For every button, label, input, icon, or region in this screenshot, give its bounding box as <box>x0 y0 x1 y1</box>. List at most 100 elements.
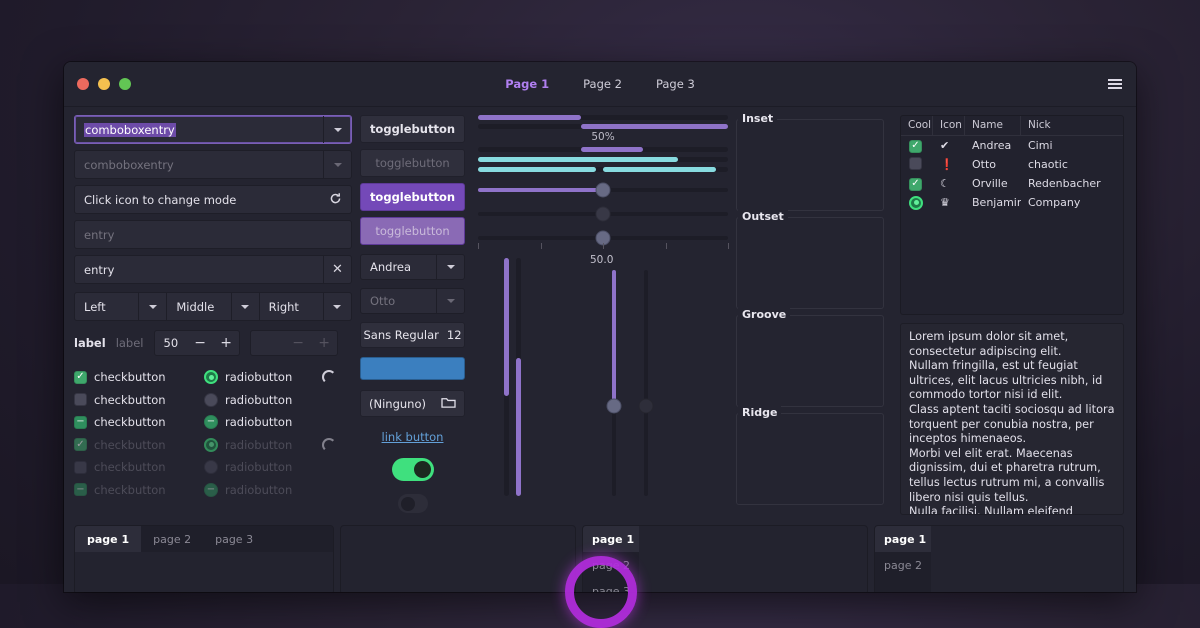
notebook-tab-page-1[interactable]: page 1 <box>583 526 639 552</box>
entry-with-clear[interactable]: entry ✕ <box>74 255 352 284</box>
switch-on[interactable] <box>391 458 434 481</box>
cell-cool: ✓ <box>901 176 933 191</box>
radiobutton-label: radiobutton <box>225 392 293 407</box>
frame-groove-title: Groove <box>738 308 791 321</box>
spinbutton-value: 50 <box>163 336 179 350</box>
chevron-down-icon[interactable] <box>436 255 464 279</box>
notebook-top-tabs: page 1 page 2 page 3 <box>74 525 334 592</box>
radio-icon <box>204 370 218 385</box>
cell-nick: chaotic <box>1028 158 1068 171</box>
spinbutton-minus-button[interactable]: − <box>187 335 213 351</box>
togglebutton-3-active[interactable]: togglebutton <box>360 183 465 211</box>
chevron-down-icon[interactable] <box>323 116 351 143</box>
checkbutton-1[interactable]: ✓ checkbutton <box>74 366 204 388</box>
frame-outset-title: Outset <box>738 210 788 223</box>
frame-inset: Inset <box>736 112 884 211</box>
comboboxentry-focused[interactable]: comboboxentry <box>74 115 352 144</box>
combo-middle-label: Middle <box>176 299 215 314</box>
check-radio-row: ✓ checkbutton radiobutton <box>74 434 352 457</box>
notebook-tab-page-2[interactable]: page 2 <box>875 552 931 578</box>
link-button[interactable]: link button <box>382 430 444 444</box>
column-header-name[interactable]: Name <box>965 116 1021 135</box>
check-radio-row: − checkbutton − radiobutton <box>74 411 352 434</box>
progressbar-4-teal <box>478 157 728 162</box>
column-header-cool[interactable]: Cool <box>901 116 933 135</box>
table-row[interactable]: ✓ ☾ Orville Redenbacher <box>901 174 1123 193</box>
row-checkbox-icon[interactable] <box>909 156 922 170</box>
notebook-top-tablist: page 1 page 2 page 3 <box>75 526 333 552</box>
column-header-nick[interactable]: Nick <box>1021 116 1123 135</box>
table-row[interactable]: ✓ ✔ Andrea Cimi <box>901 136 1123 155</box>
refresh-icon[interactable] <box>329 192 342 208</box>
cell-nick: Company <box>1028 196 1081 209</box>
row-checkbox-icon[interactable]: ✓ <box>909 177 922 191</box>
scale-marks <box>478 243 729 252</box>
scale-with-marks[interactable] <box>478 230 728 246</box>
radiobutton-label: radiobutton <box>225 437 293 452</box>
notebook-tab-page-1[interactable]: page 1 <box>875 526 931 552</box>
header-tab-page-2[interactable]: Page 2 <box>579 75 626 93</box>
spinbutton[interactable]: 50 − + <box>153 330 241 356</box>
checkbox-icon: ✓ <box>74 438 87 452</box>
checkbutton-label: checkbutton <box>94 392 166 407</box>
combo-andrea[interactable]: Andrea <box>360 254 465 280</box>
scale-value-label: 50.0 <box>590 254 614 266</box>
column-header-icon[interactable]: Icon <box>933 116 965 135</box>
vertical-sliders: 50.0 <box>478 254 728 498</box>
chevron-down-icon[interactable] <box>230 293 259 320</box>
chevron-down-icon[interactable] <box>138 293 166 320</box>
clear-icon[interactable]: ✕ <box>323 256 351 283</box>
entry-icon-mode[interactable]: Click icon to change mode <box>74 185 352 214</box>
header-bar: Page 1 Page 2 Page 3 <box>64 62 1136 107</box>
header-tab-page-3[interactable]: Page 3 <box>652 75 699 93</box>
notebook-tab-page-2[interactable]: page 2 <box>141 526 203 552</box>
checkbutton-5: checkbutton <box>74 456 204 478</box>
row-checkbox-icon[interactable]: ✓ <box>909 139 922 153</box>
file-chooser-button[interactable]: (Ninguno) <box>360 390 465 417</box>
vscale-a[interactable] <box>606 270 622 496</box>
font-button-family: Sans Regular <box>363 328 439 342</box>
table-row[interactable]: ♛ Benjamin Company <box>901 193 1123 212</box>
notebook-tab-page-3[interactable]: page 3 <box>203 526 265 552</box>
radiobutton-2[interactable]: radiobutton <box>204 389 322 411</box>
textview-paragraph: Nullam fringilla, est ut feugiat ultrice… <box>909 359 1103 402</box>
checkbutton-label: checkbutton <box>94 460 166 475</box>
checkbutton-2[interactable]: checkbutton <box>74 389 204 411</box>
row-radio-icon[interactable] <box>909 195 923 210</box>
treeview[interactable]: Cool Icon Name Nick ✓ ✔ Andrea Cimi ❗ Otto cha… <box>900 115 1124 315</box>
radiobutton-1[interactable]: radiobutton <box>204 366 322 388</box>
sliders-column: 50% 50.0 <box>478 115 729 498</box>
combo-row: Left Middle Right <box>74 292 352 321</box>
textview-paragraph: Lorem ipsum dolor sit amet, consectetur … <box>909 330 1069 358</box>
font-button[interactable]: Sans Regular 12 <box>360 322 465 348</box>
comboboxentry-disabled[interactable]: comboboxentry <box>74 150 352 179</box>
hamburger-menu-icon[interactable] <box>1108 79 1122 89</box>
togglebutton-2-disabled: togglebutton <box>360 149 465 177</box>
chevron-down-icon[interactable] <box>323 151 351 178</box>
table-row[interactable]: ❗ Otto chaotic <box>901 155 1123 174</box>
textview-paragraph: Morbi vel elit erat. Maecenas dignissim,… <box>909 446 1105 504</box>
notebook-tab-page-1[interactable]: page 1 <box>75 526 142 552</box>
chevron-down-icon[interactable] <box>322 293 351 320</box>
combo-otto[interactable]: Otto <box>360 288 465 314</box>
header-tab-page-1[interactable]: Page 1 <box>501 75 553 93</box>
check-radio-row: − checkbutton − radiobutton <box>74 479 352 502</box>
checkbutton-3[interactable]: − checkbutton <box>74 411 204 433</box>
spin-row: label label 50 − + − + <box>74 330 352 356</box>
togglebutton-1[interactable]: togglebutton <box>360 115 465 143</box>
radio-icon: − <box>204 482 218 497</box>
spinbutton-disabled: − + <box>250 330 339 356</box>
entry-placeholder[interactable]: entry <box>74 220 352 249</box>
progressbar-3-pulse <box>478 147 728 152</box>
notebook-plain <box>340 525 576 592</box>
combo-left[interactable]: Left <box>74 292 168 321</box>
chevron-down-icon[interactable] <box>436 289 464 313</box>
radiobutton-3[interactable]: − radiobutton <box>204 411 322 433</box>
combo-right[interactable]: Right <box>259 292 352 321</box>
scale-horizontal[interactable] <box>478 182 728 198</box>
combo-middle[interactable]: Middle <box>167 292 260 321</box>
cell-name: Otto <box>972 158 997 171</box>
color-button[interactable] <box>360 357 465 380</box>
textview[interactable]: Lorem ipsum dolor sit amet, consectetur … <box>900 323 1124 515</box>
spinbutton-plus-button[interactable]: + <box>213 335 239 351</box>
